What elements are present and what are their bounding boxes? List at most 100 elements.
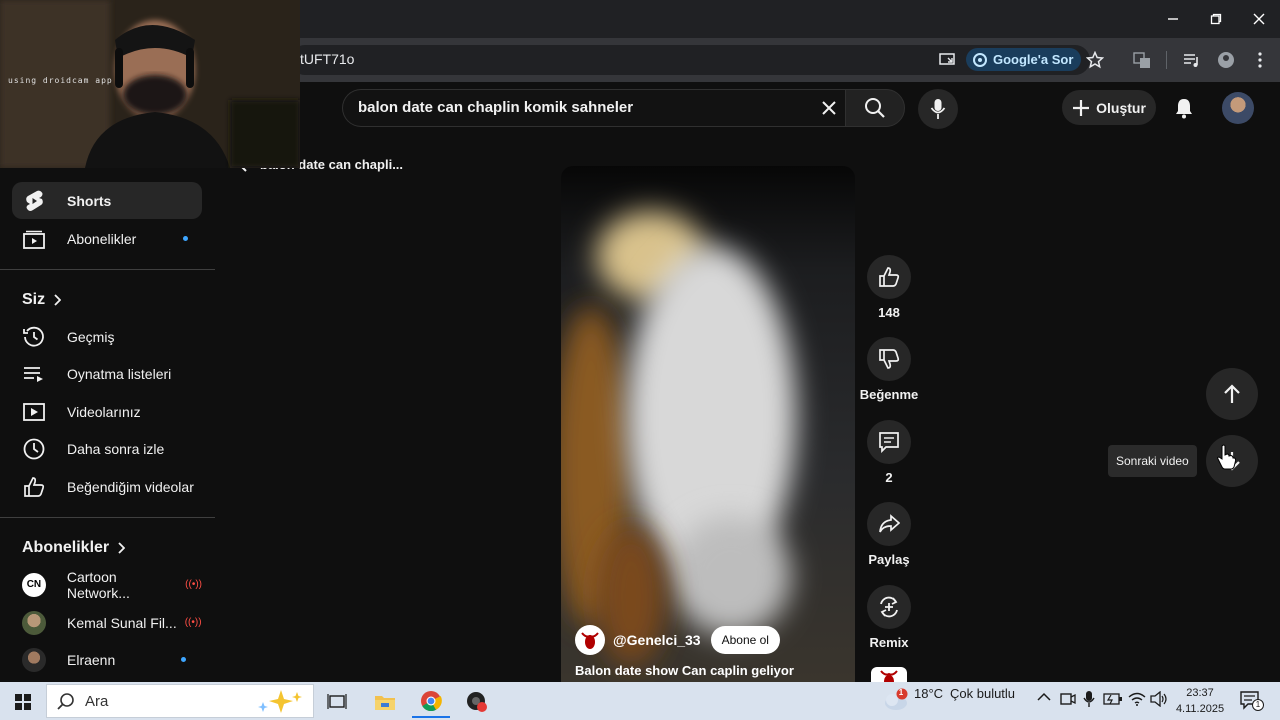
remix-button[interactable] — [867, 585, 911, 629]
previous-video-button[interactable] — [1206, 368, 1258, 420]
account-avatar[interactable] — [1222, 92, 1254, 124]
ask-google-label: Google'a Sor — [993, 52, 1074, 67]
chrome-taskbar-button[interactable] — [412, 686, 450, 718]
microphone-tray-icon[interactable] — [1083, 690, 1095, 708]
install-app-icon[interactable] — [938, 50, 958, 70]
start-button[interactable] — [4, 686, 42, 718]
url-text[interactable]: tUFT71o — [300, 51, 354, 67]
task-view-icon — [327, 694, 347, 709]
sidebar-item-liked-videos[interactable]: Beğendiğim videolar — [12, 468, 202, 505]
live-indicator: ((•)) — [184, 617, 202, 628]
sidebar-divider — [0, 269, 215, 270]
translate-icon[interactable] — [1132, 50, 1152, 70]
clock-date: 4.11.2025 — [1175, 703, 1225, 715]
create-label: Oluştur — [1096, 99, 1146, 116]
clear-search-button[interactable] — [815, 94, 843, 122]
sidebar-item-watch-later[interactable]: Daha sonra izle — [12, 430, 202, 467]
clock-time: 23:37 — [1186, 687, 1214, 699]
microphone-icon — [930, 99, 946, 119]
hand-cursor-icon — [1217, 444, 1236, 470]
sidebar-item-label: Shorts — [67, 192, 112, 209]
playlists-icon — [24, 366, 43, 382]
sidebar-item-subscriptions[interactable]: Abonelikler — [12, 220, 202, 257]
sidebar-item-history[interactable]: Geçmiş — [12, 318, 202, 355]
sidebar-item-playlists[interactable]: Oynatma listeleri — [12, 355, 202, 392]
like-button[interactable] — [867, 255, 911, 299]
browser-menu-icon[interactable] — [1250, 50, 1270, 70]
create-button[interactable]: Oluştur — [1062, 90, 1156, 125]
channel-avatar — [22, 647, 46, 672]
like-action: 148 — [860, 255, 918, 320]
next-video-tooltip: Sonraki video — [1108, 445, 1197, 477]
sound-thumbnail[interactable] — [871, 667, 907, 682]
new-content-dot — [183, 236, 189, 241]
channel-handle[interactable]: @Genelci_33 — [613, 632, 701, 648]
sidebar-you-header[interactable]: Siz — [22, 291, 62, 309]
comments-action: 2 — [860, 420, 918, 485]
ask-google-button[interactable]: Google'a Sor — [966, 48, 1082, 71]
droidcam-taskbar-button[interactable] — [458, 686, 496, 718]
volume-tray-icon[interactable] — [1150, 691, 1168, 707]
search-button[interactable] — [845, 89, 905, 127]
short-video-player[interactable] — [561, 166, 855, 682]
channel-avatar[interactable] — [575, 625, 605, 655]
weather-description[interactable]: Çok bulutlu — [950, 686, 1015, 701]
close-icon — [1253, 13, 1265, 25]
dislike-label: Beğenme — [859, 387, 919, 402]
thumbs-up-icon — [879, 267, 900, 287]
share-button[interactable] — [867, 502, 911, 546]
minimize-icon — [1168, 18, 1178, 20]
bull-logo-icon — [880, 670, 898, 682]
liked-videos-icon — [24, 476, 45, 497]
mouse-cursor — [1216, 444, 1236, 470]
camera-tray-icon[interactable] — [1060, 692, 1076, 706]
subscribe-button[interactable]: Abone ol — [710, 626, 780, 654]
arrow-up-icon — [1224, 384, 1240, 403]
sidebar-item-your-videos[interactable]: Videolarınız — [12, 393, 202, 430]
dislike-button[interactable] — [867, 337, 911, 381]
taskbar-clock[interactable]: 23:37 4.11.2025 — [1172, 685, 1228, 717]
file-explorer-button[interactable] — [366, 686, 404, 718]
voice-search-button[interactable] — [918, 89, 958, 129]
share-action: Paylaş — [860, 502, 918, 567]
weather-badge: 1 — [898, 688, 904, 697]
watch-later-icon — [23, 438, 45, 459]
you-section-title: Siz — [22, 291, 46, 308]
new-content-dot — [181, 657, 187, 662]
comments-count: 2 — [885, 470, 893, 485]
profile-extension-icon[interactable] — [1216, 50, 1236, 70]
taskbar-search[interactable]: Ara — [46, 684, 314, 718]
short-title[interactable]: Balon date show Can caplin geliyor — [575, 663, 794, 678]
channel-name: Elraenn — [67, 651, 116, 668]
sidebar-channel-item[interactable]: Elraenn — [12, 641, 202, 678]
minimize-button[interactable] — [1151, 0, 1195, 38]
google-lens-icon — [973, 52, 987, 67]
weather-temp[interactable]: 18°C — [914, 686, 943, 701]
remix-icon — [880, 596, 898, 618]
media-control-icon[interactable] — [1182, 50, 1202, 70]
sidebar-item-label: Videolarınız — [67, 403, 141, 420]
bookmark-star-icon[interactable] — [1085, 50, 1105, 70]
comments-button[interactable] — [867, 420, 911, 464]
sidebar-channel-item[interactable]: Kemal Sunal Fil... ((•)) — [12, 604, 202, 641]
wifi-tray-icon[interactable] — [1128, 692, 1146, 706]
sidebar-subscriptions-header[interactable]: Abonelikler — [22, 539, 126, 557]
folder-icon — [375, 696, 395, 710]
task-view-button[interactable] — [318, 686, 356, 718]
notifications-button[interactable] — [1168, 92, 1200, 124]
tray-overflow-button[interactable] — [1037, 692, 1051, 702]
sidebar-channel-item[interactable]: CN Cartoon Network... ((•)) — [12, 566, 202, 603]
sidebar-item-shorts[interactable]: Shorts — [12, 182, 202, 219]
search-icon — [57, 693, 74, 710]
battery-tray-icon[interactable] — [1103, 693, 1123, 705]
history-icon — [23, 326, 44, 347]
cartoon-network-avatar: CN — [21, 572, 46, 597]
shorts-icon — [26, 190, 43, 211]
sidebar-item-label: Daha sonra izle — [67, 440, 165, 457]
close-window-button[interactable] — [1237, 0, 1280, 38]
your-videos-icon — [23, 402, 45, 421]
taskbar-search-placeholder: Ara — [85, 692, 109, 710]
restore-button[interactable] — [1194, 0, 1238, 38]
search-query[interactable]: balon date can chaplin komik sahneler — [358, 99, 633, 116]
sidebar-divider — [0, 517, 215, 518]
